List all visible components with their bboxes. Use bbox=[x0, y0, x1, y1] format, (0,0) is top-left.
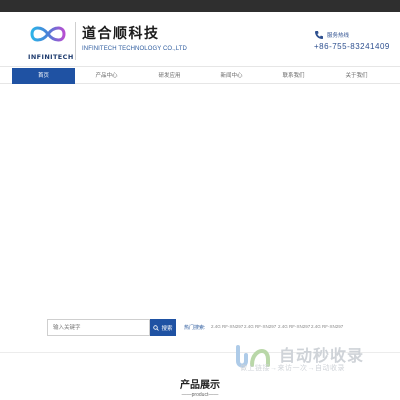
infinity-logo-icon[interactable] bbox=[26, 20, 70, 48]
hot-search-tag[interactable]: 2.4G RF-XN297 bbox=[278, 324, 310, 329]
hot-search-tag[interactable]: 2.4G RF-XN297 bbox=[244, 324, 276, 329]
watermark-subtitle: 做上链接→来访一次→自动收录 bbox=[240, 365, 345, 372]
site-header: INFINITECH 道合顺科技 INFINITECH TECHNOLOGY C… bbox=[0, 12, 400, 66]
hot-search-tag[interactable]: 2.4G RF-XN297 bbox=[311, 324, 343, 329]
nav-item-rnd[interactable]: 研发应用 bbox=[138, 68, 201, 84]
nav-item-about[interactable]: 关于我们 bbox=[325, 68, 388, 84]
section-subtitle-text: ——product—— bbox=[181, 392, 219, 398]
section-title: 产品展示 bbox=[180, 380, 220, 391]
search-button-label: 搜索 bbox=[161, 325, 173, 332]
hot-search-label: 热门搜索: bbox=[184, 325, 206, 331]
search-button[interactable]: 搜索 bbox=[150, 319, 176, 336]
section-subtitle: ——product—— bbox=[0, 392, 400, 398]
nav-item-products[interactable]: 产品中心 bbox=[75, 68, 138, 84]
search-icon bbox=[153, 324, 160, 331]
top-bar bbox=[0, 0, 400, 12]
watermark: 自动秒收录 做上链接→来访一次→自动收录 bbox=[232, 341, 392, 377]
nav-item-home[interactable]: 首页 bbox=[12, 68, 75, 84]
nav-item-news[interactable]: 新闻中心 bbox=[200, 68, 263, 84]
hot-search-tag[interactable]: 2.4G RF-XN297 bbox=[211, 324, 243, 329]
hotline-number: +86-755-83241409 bbox=[314, 42, 390, 51]
logo-divider bbox=[75, 22, 76, 60]
nav-item-contact[interactable]: 联系我们 bbox=[262, 68, 325, 84]
logo-wordmark: INFINITECH bbox=[28, 53, 74, 61]
hero-banner bbox=[0, 84, 400, 314]
hotline-label: 服务热线 bbox=[327, 33, 350, 39]
search-bar: 搜索 热门搜索: 2.4G RF-XN297 2.4G RF-XN297 2.4… bbox=[0, 316, 400, 340]
phone-icon bbox=[315, 31, 323, 39]
company-name-en: INFINITECH TECHNOLOGY CO.,LTD bbox=[82, 46, 187, 52]
main-nav: 首页 产品中心 研发应用 新闻中心 联系我们 关于我们 bbox=[0, 66, 400, 84]
search-input[interactable] bbox=[47, 319, 150, 336]
company-name-cn: 道合顺科技 bbox=[82, 26, 160, 42]
